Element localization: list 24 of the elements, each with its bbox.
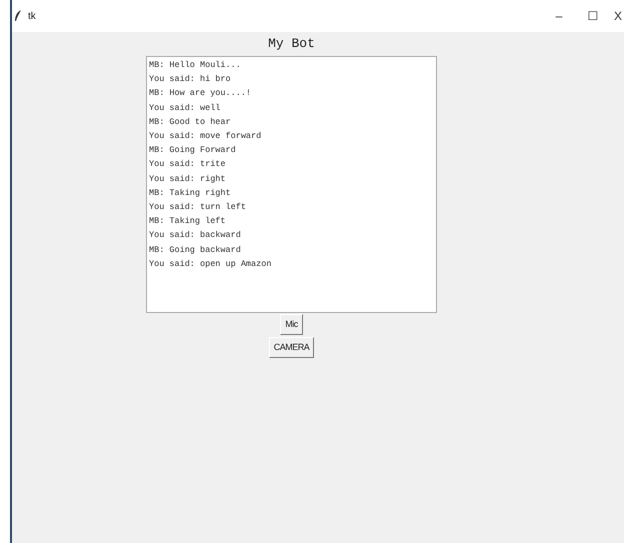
- feather-icon: [14, 10, 22, 22]
- chat-line: MB: Hello Mouli...: [149, 59, 242, 72]
- window-control[interactable]: ☐: [580, 6, 606, 26]
- chat-line: MB: Going backward: [149, 244, 242, 257]
- app-heading: My Bot: [268, 35, 315, 53]
- chat-line: MB: Good to hear: [149, 116, 232, 129]
- chat-line: MB: Going Forward: [149, 144, 237, 158]
- chat-line: You said: trite: [149, 158, 227, 172]
- chat-line: MB: Taking left: [149, 215, 227, 228]
- chat-line: You said: move forward: [149, 130, 262, 144]
- chat-line: You said: right: [149, 172, 227, 186]
- window-control[interactable]: X: [614, 6, 624, 26]
- chat-line: You said: open up Amazon: [149, 258, 272, 271]
- window-control[interactable]: –: [546, 6, 572, 26]
- action-button[interactable]: CAMERA: [268, 337, 314, 358]
- chat-line: You said: hi bro: [149, 73, 232, 86]
- chat-line: You said: well: [149, 102, 222, 115]
- action-button[interactable]: Mic: [280, 314, 303, 335]
- chat-line: You said: backward: [149, 229, 242, 242]
- window-title: tk: [28, 10, 36, 24]
- chat-line: MB: How are you....!: [149, 87, 252, 100]
- chat-line: MB: Taking right: [149, 186, 232, 200]
- chat-log[interactable]: [146, 56, 437, 313]
- chat-line: You said: turn left: [149, 201, 247, 214]
